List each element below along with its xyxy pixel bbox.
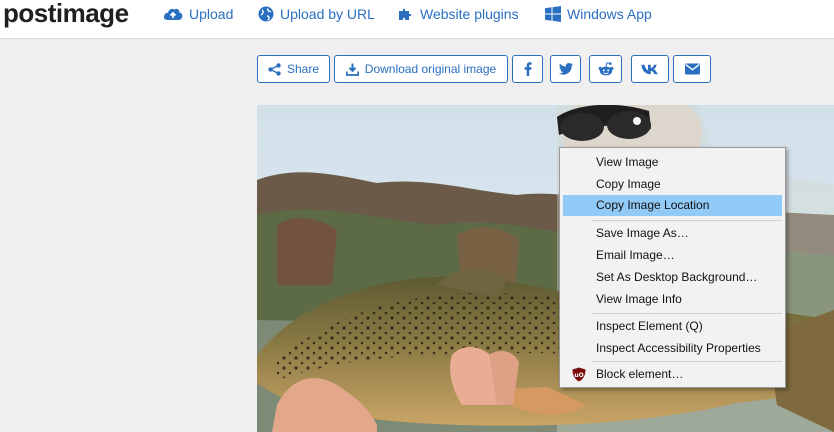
menu-item-copy-image-location[interactable]: Copy Image Location <box>563 195 782 216</box>
download-original-button[interactable]: Download original image <box>334 55 508 83</box>
nav-upload-by-url-label: Upload by URL <box>280 6 375 22</box>
svg-text:uO: uO <box>574 372 583 379</box>
download-icon <box>345 63 359 76</box>
menu-separator <box>591 313 782 314</box>
nav-upload-by-url-link[interactable]: Upload by URL <box>258 4 375 24</box>
share-button-label: Share <box>286 62 320 76</box>
twitter-share-button[interactable] <box>550 55 581 83</box>
postimage-logo[interactable]: postimage <box>3 0 129 29</box>
nav-windows-app-link[interactable]: Windows App <box>545 4 652 24</box>
reddit-share-button[interactable] <box>589 55 622 83</box>
vk-icon <box>641 64 658 74</box>
email-icon <box>684 63 700 75</box>
menu-item-label: View Image <box>596 155 659 169</box>
facebook-icon <box>524 62 532 76</box>
puzzle-piece-icon <box>399 8 412 20</box>
email-share-button[interactable] <box>673 55 711 83</box>
menu-item-inspect-element[interactable]: Inspect Element (Q) <box>563 316 782 337</box>
menu-item-view-image[interactable]: View Image <box>563 152 782 173</box>
menu-item-label: Save Image As… <box>596 226 689 240</box>
menu-separator <box>591 361 782 362</box>
menu-item-label: View Image Info <box>596 292 682 306</box>
nav-website-plugins-label: Website plugins <box>420 6 519 22</box>
ublock-origin-icon: uO <box>572 367 586 382</box>
vk-share-button[interactable] <box>631 55 669 83</box>
menu-item-block-element[interactable]: uO Block element… <box>563 364 782 385</box>
reddit-icon <box>598 62 613 76</box>
menu-item-view-image-info[interactable]: View Image Info <box>563 289 782 310</box>
nav-upload-label: Upload <box>189 6 234 22</box>
download-button-label: Download original image <box>364 62 497 76</box>
menu-separator <box>591 220 782 221</box>
menu-item-label: Email Image… <box>596 248 675 262</box>
menu-item-set-as-desktop-background[interactable]: Set As Desktop Background… <box>563 267 782 288</box>
windows-logo-icon <box>545 6 561 22</box>
menu-item-copy-image[interactable]: Copy Image <box>563 174 782 195</box>
cloud-upload-icon <box>163 8 183 20</box>
menu-item-save-image-as[interactable]: Save Image As… <box>563 223 782 244</box>
context-menu: View Image Copy Image Copy Image Locatio… <box>559 147 786 388</box>
menu-item-label: Copy Image Location <box>596 198 710 212</box>
nav-website-plugins-link[interactable]: Website plugins <box>398 4 519 24</box>
menu-item-label: Inspect Element (Q) <box>596 319 703 333</box>
nav-upload-link[interactable]: Upload <box>163 4 233 24</box>
share-button[interactable]: Share <box>257 55 330 83</box>
twitter-icon <box>558 63 573 75</box>
menu-item-inspect-accessibility-properties[interactable]: Inspect Accessibility Properties <box>563 338 782 359</box>
nav-windows-app-label: Windows App <box>567 6 652 22</box>
top-navigation-bar: postimage Upload Upload by URL Website p… <box>0 0 834 39</box>
menu-item-label: Copy Image <box>596 177 661 191</box>
menu-item-label: Block element… <box>596 367 684 381</box>
facebook-share-button[interactable] <box>512 55 543 83</box>
menu-item-label: Set As Desktop Background… <box>596 270 758 284</box>
share-icon <box>268 62 281 76</box>
menu-item-label: Inspect Accessibility Properties <box>596 341 761 355</box>
menu-item-email-image[interactable]: Email Image… <box>563 245 782 266</box>
globe-icon <box>258 6 274 22</box>
